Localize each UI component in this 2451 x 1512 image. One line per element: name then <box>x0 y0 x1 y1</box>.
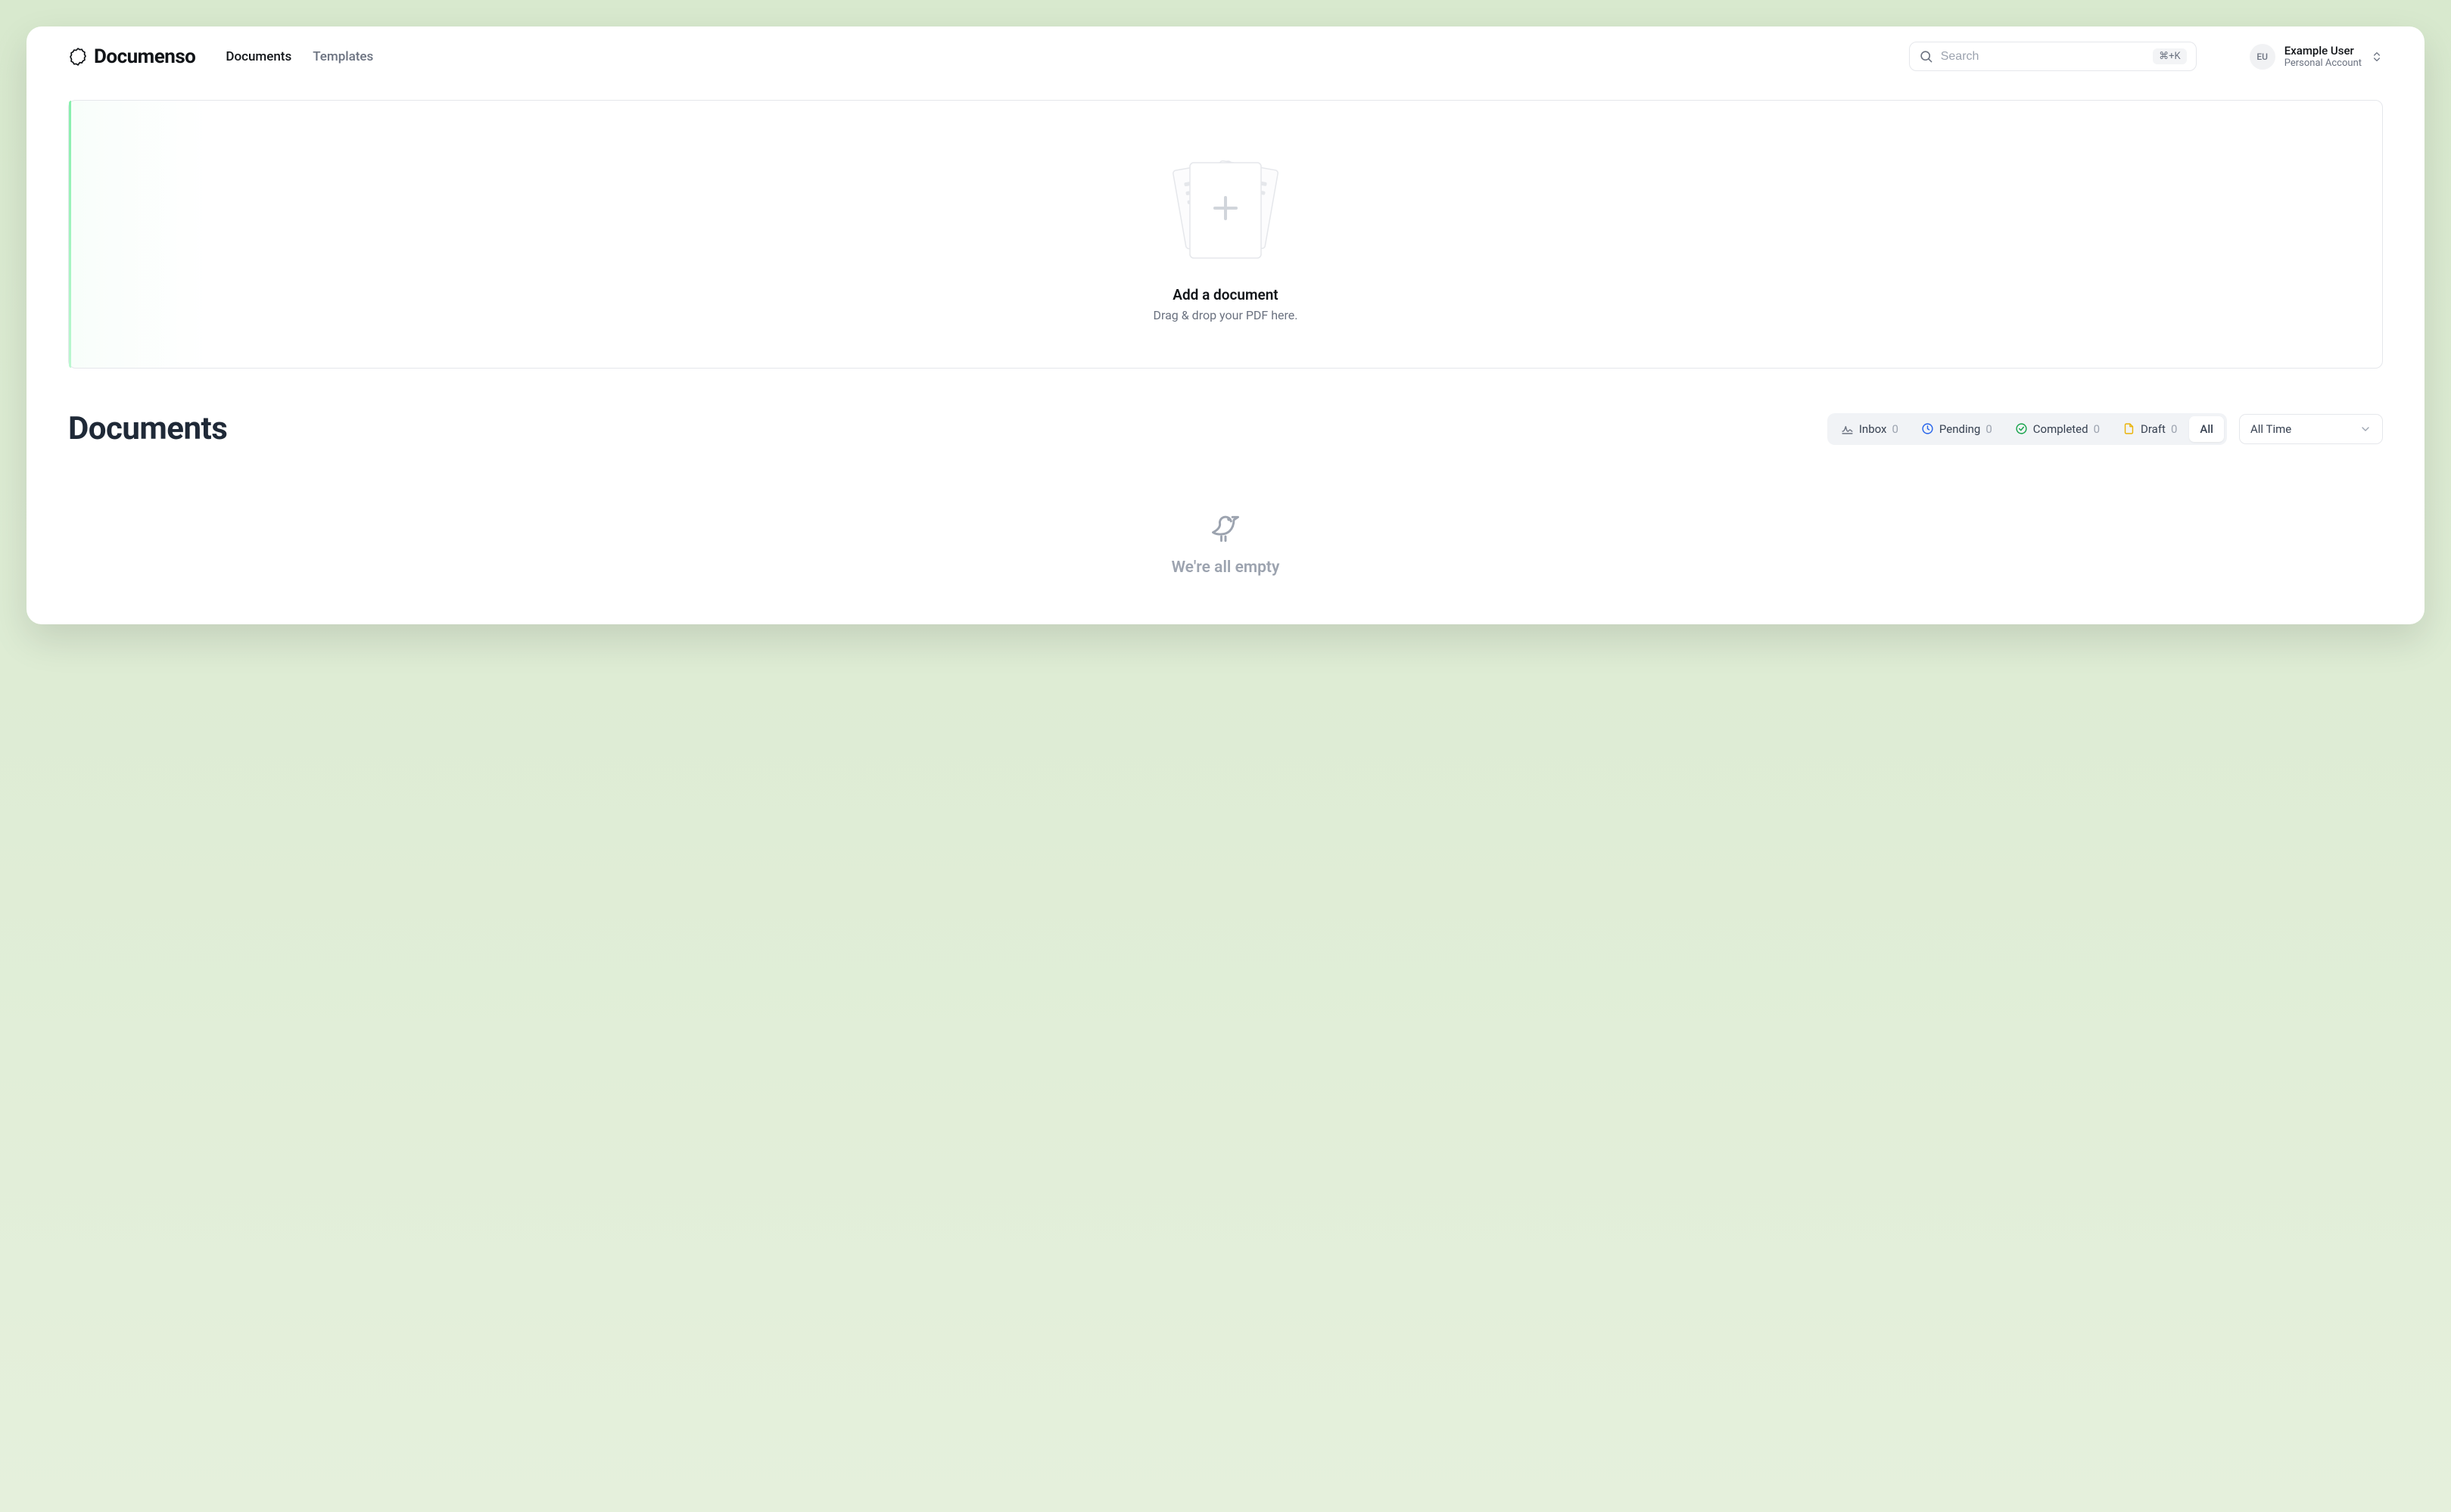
tab-label: Pending <box>1939 422 1980 436</box>
file-icon <box>2122 422 2135 435</box>
search-input[interactable] <box>1941 50 2145 64</box>
heading-row: Documents Inbox 0 <box>68 410 2383 447</box>
tab-inbox[interactable]: Inbox 0 <box>1830 416 1909 442</box>
chevron-up-down-icon <box>2371 51 2383 63</box>
tab-completed[interactable]: Completed 0 <box>2004 416 2110 442</box>
search-shortcut: ⌘+K <box>2153 48 2187 64</box>
check-circle-icon <box>2015 422 2028 435</box>
account-menu[interactable]: EU Example User Personal Account <box>2250 44 2383 70</box>
main-nav: Documents Templates <box>226 49 373 64</box>
nav-documents[interactable]: Documents <box>226 49 291 64</box>
time-filter-select[interactable]: All Time <box>2239 414 2383 444</box>
chevron-down-icon <box>2359 423 2372 435</box>
empty-state: We're all empty <box>68 470 2383 577</box>
page-title: Documents <box>68 410 227 447</box>
content: Add a document Drag & drop your PDF here… <box>26 77 2425 577</box>
dropzone-subtitle: Drag & drop your PDF here. <box>84 308 2367 322</box>
app-window: Documenso Documents Templates ⌘+K EU Exa… <box>26 26 2425 624</box>
tab-label: All <box>2200 422 2213 436</box>
time-filter-label: All Time <box>2250 422 2291 436</box>
search-icon <box>1919 49 1933 64</box>
status-tabs: Inbox 0 Pending 0 <box>1827 413 2227 445</box>
tab-all[interactable]: All <box>2189 416 2224 442</box>
logo[interactable]: Documenso <box>68 45 195 68</box>
dropzone-title: Add a document <box>84 286 2367 303</box>
tab-pending[interactable]: Pending 0 <box>1911 416 2003 442</box>
tab-draft[interactable]: Draft 0 <box>2112 416 2188 442</box>
account-sub: Personal Account <box>2284 58 2362 69</box>
avatar: EU <box>2250 44 2275 70</box>
account-name: Example User <box>2284 44 2362 58</box>
nav-templates[interactable]: Templates <box>313 49 373 64</box>
search-bar[interactable]: ⌘+K <box>1909 42 2197 71</box>
dropzone-illustration-icon <box>84 154 2367 267</box>
logo-icon <box>68 47 88 67</box>
tab-label: Completed <box>2033 422 2088 436</box>
header: Documenso Documents Templates ⌘+K EU Exa… <box>26 26 2425 77</box>
tab-count: 0 <box>2171 422 2177 436</box>
account-text: Example User Personal Account <box>2284 44 2362 69</box>
bird-icon <box>68 512 2383 545</box>
tab-label: Inbox <box>1859 422 1887 436</box>
tab-count: 0 <box>1892 422 1898 436</box>
upload-dropzone[interactable]: Add a document Drag & drop your PDF here… <box>68 100 2383 369</box>
empty-title: We're all empty <box>68 558 2383 577</box>
tab-count: 0 <box>2094 422 2100 436</box>
tab-label: Draft <box>2141 422 2166 436</box>
signature-icon <box>1841 422 1854 435</box>
tab-count: 0 <box>1985 422 1992 436</box>
filters-group: Inbox 0 Pending 0 <box>1827 413 2383 445</box>
logo-text: Documenso <box>94 45 195 68</box>
clock-icon <box>1921 422 1934 435</box>
